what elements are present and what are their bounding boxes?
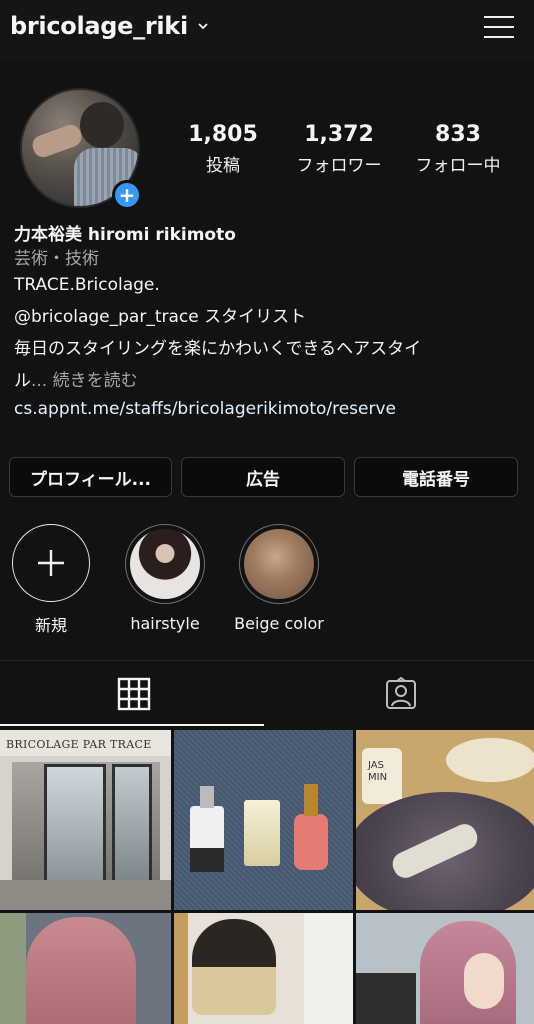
profile-category: 芸術・技術	[14, 249, 99, 269]
following-label: フォロー中	[415, 156, 501, 176]
bio-line-4: ル... 続きを読む	[14, 370, 524, 392]
following-count[interactable]: 833 フォロー中	[406, 122, 510, 176]
grid-icon	[117, 677, 150, 711]
bio-line-1: TRACE.Bricolage.	[14, 275, 160, 295]
post-sign-text: BRICOLAGE PAR TRACE	[6, 738, 152, 751]
username-switcher[interactable]: bricolage_riki	[10, 12, 208, 40]
highlight-ring	[125, 524, 205, 604]
post-thumbnail[interactable]: BRICOLAGE PAR TRACE	[0, 730, 171, 910]
plus-icon	[38, 550, 64, 576]
highlight-cover-image	[244, 529, 314, 599]
highlight-label: Beige color	[234, 614, 324, 633]
display-name: 力本裕美 hiromi rikimoto	[14, 225, 236, 245]
mention-link[interactable]: @bricolage_par_trace	[14, 307, 199, 327]
profile-tabs	[0, 660, 534, 728]
tagged-person-icon	[385, 677, 416, 709]
post-thumbnail[interactable]	[174, 730, 353, 910]
bio-line-2: @bricolage_par_trace スタイリスト	[14, 306, 524, 328]
read-more-link[interactable]: ... 続きを読む	[31, 371, 138, 391]
followers-label: フォロワー	[296, 156, 382, 176]
followers-count[interactable]: 1,372 フォロワー	[286, 122, 392, 176]
chevron-down-icon	[198, 23, 208, 30]
posts-count: 1,805 投稿	[186, 122, 260, 176]
highlight-label: hairstyle	[130, 614, 200, 633]
posts-label: 投稿	[206, 156, 240, 176]
active-tab-indicator	[0, 724, 264, 726]
top-bar: bricolage_riki	[0, 0, 534, 60]
highlight-new[interactable]: 新規	[6, 524, 96, 636]
post-thumbnail[interactable]	[174, 913, 353, 1024]
tab-grid[interactable]	[0, 661, 267, 727]
posts-grid: BRICOLAGE PAR TRACE JAS MIN	[0, 730, 534, 1024]
ads-button[interactable]: 広告	[181, 457, 345, 497]
hamburger-menu-icon[interactable]	[484, 14, 514, 40]
tab-tagged[interactable]	[267, 661, 534, 727]
new-highlight-ring	[12, 524, 90, 602]
followers-number: 1,372	[304, 122, 374, 147]
highlight-ring	[239, 524, 319, 604]
post-thumbnail[interactable]	[356, 913, 534, 1024]
mention-suffix: スタイリスト	[198, 307, 307, 327]
following-number: 833	[435, 122, 481, 147]
profile-bio: 力本裕美 hiromi rikimoto 芸術・技術 TRACE.Bricola…	[14, 224, 524, 420]
username-label: bricolage_riki	[10, 12, 188, 40]
post-thumbnail[interactable]	[0, 913, 171, 1024]
highlight-label: 新規	[34, 616, 67, 635]
profile-button[interactable]: プロフィール...	[9, 457, 172, 497]
post-label-text: JAS MIN	[368, 760, 388, 783]
highlight-beige-color[interactable]: Beige color	[234, 524, 324, 633]
posts-number: 1,805	[188, 122, 258, 147]
website-link[interactable]: cs.appnt.me/staffs/bricolagerikimoto/res…	[14, 398, 524, 420]
highlight-cover-image	[130, 529, 200, 599]
highlight-hairstyle[interactable]: hairstyle	[120, 524, 210, 633]
bio-line-4-text: ル	[14, 371, 31, 391]
profile-avatar[interactable]: +	[20, 88, 142, 210]
bio-line-3: 毎日のスタイリングを楽にかわいくできるヘアスタイ	[14, 339, 422, 359]
phone-number-button[interactable]: 電話番号	[354, 457, 518, 497]
post-thumbnail[interactable]: JAS MIN	[356, 730, 534, 910]
add-story-plus-icon[interactable]: +	[112, 180, 142, 210]
